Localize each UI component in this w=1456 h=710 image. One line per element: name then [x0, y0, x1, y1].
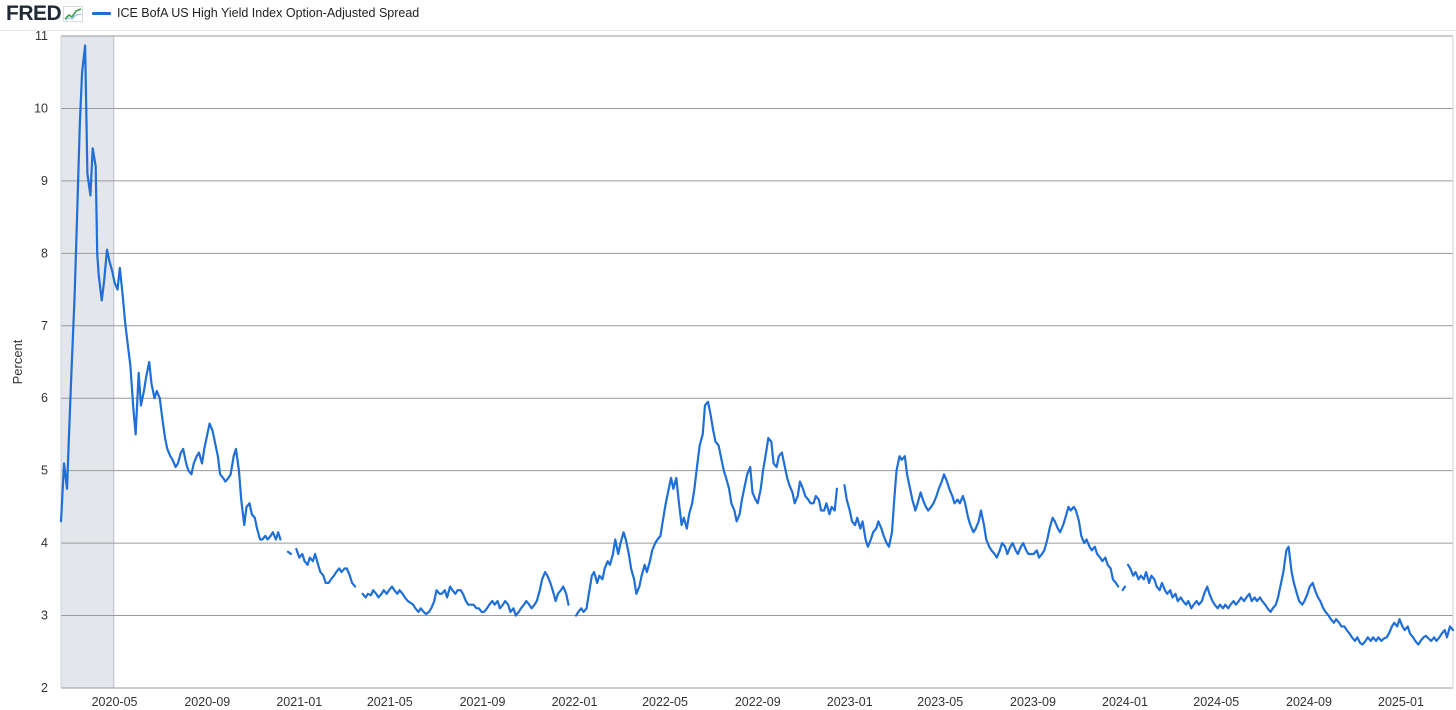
x-tick-label: 2025-01 [1378, 695, 1424, 709]
y-tick-label: 5 [41, 464, 48, 478]
y-tick-label: 4 [41, 536, 48, 550]
y-tick-labels: 2 3 4 5 6 7 8 9 10 11 [34, 29, 48, 695]
x-tick-label: 2021-01 [276, 695, 322, 709]
series-line-segment [1126, 545, 1455, 646]
y-tick-label: 11 [35, 29, 48, 43]
x-tick-label: 2023-01 [827, 695, 873, 709]
y-tick-label: 2 [41, 681, 48, 695]
grid-layer [60, 35, 1454, 689]
series-line-segment [295, 547, 357, 588]
series-line-segment [574, 400, 839, 617]
series-layer [59, 44, 1455, 646]
series-line-segment [1121, 585, 1127, 592]
x-tick-label: 2024-05 [1193, 695, 1239, 709]
series-line-segment [843, 455, 1120, 588]
x-tick-label: 2024-01 [1102, 695, 1148, 709]
x-tick-label: 2021-09 [460, 695, 506, 709]
x-tick-label: 2024-09 [1286, 695, 1332, 709]
x-tick-label: 2022-09 [735, 695, 781, 709]
y-tick-label: 3 [41, 609, 48, 623]
x-tick-label: 2020-05 [92, 695, 138, 709]
y-tick-label: 6 [41, 391, 48, 405]
chart: 2 3 4 5 6 7 8 9 10 11 2020-05 2020-09 2021-01 2021-0… [10, 29, 1455, 709]
x-tick-label: 2023-05 [917, 695, 963, 709]
x-tick-labels: 2020-05 2020-09 2021-01 2021-05 2021-09 2022-… [92, 695, 1424, 709]
y-tick-label: 9 [41, 174, 48, 188]
y-tick-label: 7 [41, 319, 48, 333]
x-tick-label: 2021-05 [367, 695, 413, 709]
x-tick-label: 2023-09 [1010, 695, 1056, 709]
x-tick-label: 2022-01 [552, 695, 598, 709]
series-line-segment [361, 570, 570, 617]
x-tick-label: 2020-09 [184, 695, 230, 709]
y-axis-title: Percent [10, 339, 25, 384]
y-tick-label: 8 [41, 246, 48, 260]
y-tick-label: 10 [34, 101, 48, 115]
x-tick-label: 2022-05 [642, 695, 688, 709]
series-line-segment [286, 550, 293, 556]
